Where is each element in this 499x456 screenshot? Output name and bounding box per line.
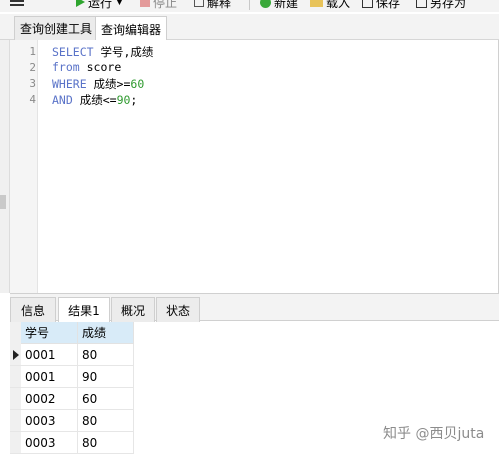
code-line: from score (52, 60, 121, 74)
row-indicator[interactable] (10, 344, 21, 366)
line-number: 4 (29, 93, 36, 106)
line-number: 1 (29, 45, 36, 58)
save-button[interactable]: 保存 (362, 0, 400, 12)
stop-button[interactable]: 停止 (140, 0, 177, 12)
row-indicator[interactable] (10, 366, 21, 388)
cell-score[interactable]: 80 (78, 432, 134, 454)
cell-student-id[interactable]: 0002 (21, 388, 78, 410)
chevron-down-icon[interactable]: ▼ (116, 0, 123, 7)
toolbar-divider (249, 0, 250, 10)
cell-score[interactable]: 60 (78, 388, 134, 410)
menu-icon[interactable] (10, 0, 24, 10)
sql-keyword: SELECT (52, 45, 94, 59)
code-line: AND 成绩<=90; (52, 92, 137, 108)
tab-label: 结果1 (68, 304, 100, 318)
play-icon (76, 0, 85, 7)
save-label: 保存 (376, 0, 401, 10)
save-icon (362, 0, 373, 8)
tab-overview[interactable]: 概况 (111, 297, 155, 322)
column-header-score[interactable]: 成绩 (78, 322, 134, 344)
tab-result1[interactable]: 结果1 (58, 297, 110, 323)
sql-keyword: WHERE (52, 77, 87, 91)
cell-student-id[interactable]: 0003 (21, 432, 78, 454)
load-button[interactable]: 载入 (310, 0, 350, 12)
line-number: 2 (29, 61, 36, 74)
load-label: 载入 (326, 0, 351, 10)
cell-student-id[interactable]: 0003 (21, 410, 78, 432)
tab-label: 信息 (20, 303, 45, 318)
line-number: 3 (29, 77, 36, 90)
column-header-label: 学号 (25, 326, 50, 340)
folder-icon (310, 0, 323, 7)
splitter-handle[interactable] (0, 195, 6, 209)
cell-student-id[interactable]: 0001 (21, 366, 78, 388)
tab-label: 概况 (120, 303, 145, 318)
tab-query-builder[interactable]: 查询创建工具 (14, 16, 99, 40)
sql-keyword: AND (52, 93, 73, 107)
tab-label: 状态 (165, 303, 190, 318)
editor-tabs: 查询创建工具 查询编辑器 (0, 14, 499, 41)
row-indicator[interactable] (10, 388, 21, 410)
save-as-label: 另存为 (430, 0, 467, 10)
new-button[interactable]: 新建 (260, 0, 298, 12)
explain-icon (194, 0, 204, 7)
toolbar: 运行 ▼ 停止 解释 新建 载入 保存 另存为 (0, 0, 499, 12)
new-label: 新建 (274, 0, 299, 10)
grid-corner (10, 322, 21, 344)
sql-text: 学号,成绩 (93, 45, 154, 59)
cell-score[interactable]: 90 (78, 366, 134, 388)
column-header-label: 成绩 (82, 326, 107, 340)
cell-score[interactable]: 80 (78, 410, 134, 432)
tab-label: 查询创建工具 (20, 22, 93, 36)
tab-label: 查询编辑器 (101, 22, 162, 37)
add-icon (260, 0, 271, 8)
tab-info[interactable]: 信息 (10, 297, 56, 322)
sql-text: ; (130, 93, 138, 107)
row-indicator[interactable] (10, 410, 21, 432)
sql-editor[interactable]: 1 SELECT 学号,成绩 2 from score 3 WHERE 成绩>=60 4 AN… (10, 40, 499, 293)
stop-label: 停止 (153, 0, 178, 10)
cell-score[interactable]: 80 (78, 344, 134, 366)
explain-label: 解释 (207, 0, 232, 10)
code-line: WHERE 成绩>=60 (52, 76, 144, 92)
sql-text: 成绩<= (72, 93, 117, 107)
tab-query-editor[interactable]: 查询编辑器 (95, 16, 168, 41)
result-tabs: 信息 结果1 概况 状态 (10, 293, 499, 323)
sql-number: 60 (130, 77, 145, 91)
sql-text: score (79, 60, 122, 74)
left-strip (0, 40, 10, 293)
explain-button[interactable]: 解释 (194, 0, 231, 12)
sql-number: 90 (116, 93, 131, 107)
current-row-arrow-icon (13, 350, 19, 360)
save-as-icon (416, 0, 427, 8)
sql-keyword: from (52, 60, 80, 74)
stop-icon (140, 0, 150, 7)
row-indicator[interactable] (10, 432, 21, 454)
column-header-student-id[interactable]: 学号 (21, 322, 78, 344)
code-line: SELECT 学号,成绩 (52, 44, 153, 60)
cell-student-id[interactable]: 0001 (21, 344, 78, 366)
sql-text: 成绩>= (86, 77, 131, 91)
save-as-button[interactable]: 另存为 (416, 0, 466, 12)
tab-status[interactable]: 状态 (156, 297, 200, 322)
run-label: 运行 (88, 0, 113, 10)
watermark: 知乎 @西贝juta (383, 426, 485, 442)
run-button[interactable]: 运行 ▼ (76, 0, 123, 12)
